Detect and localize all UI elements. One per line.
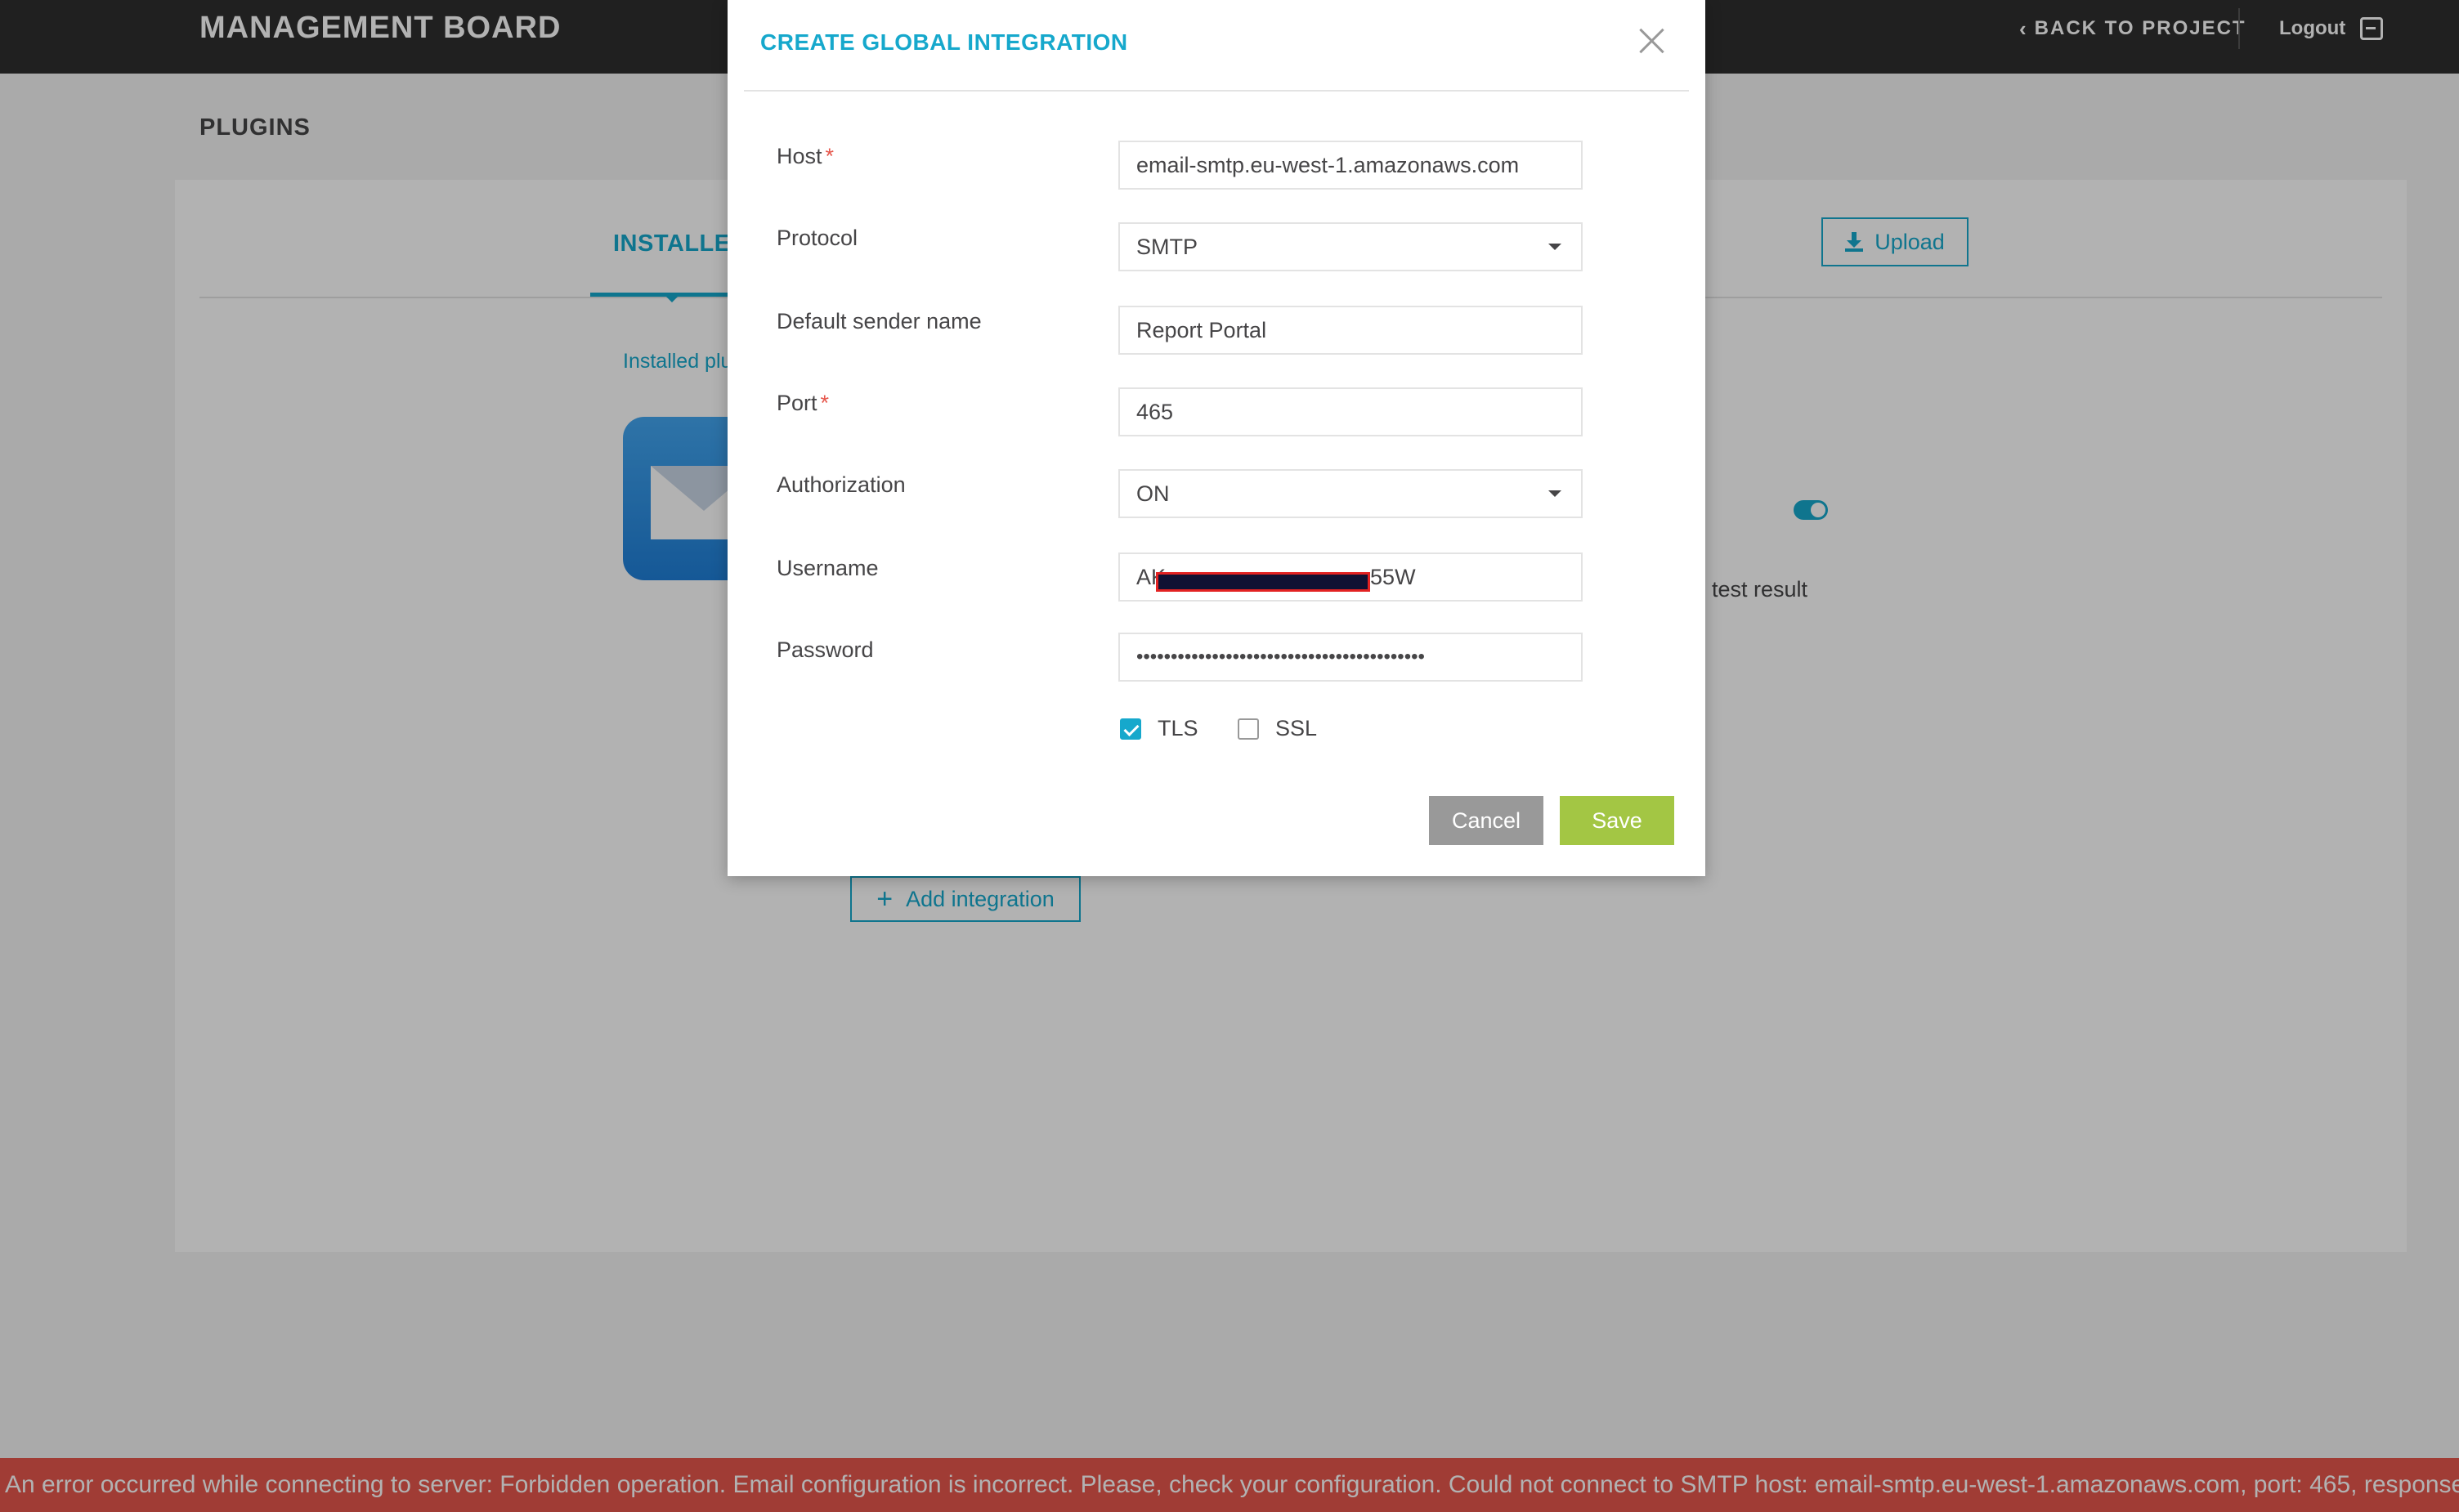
ssl-checkbox[interactable]: SSL (1238, 716, 1317, 741)
redaction-box (1156, 572, 1370, 592)
protocol-value: SMTP (1136, 234, 1198, 259)
close-icon[interactable] (1635, 25, 1668, 57)
checkbox-checked-icon (1120, 718, 1141, 740)
port-input[interactable]: 465 (1118, 387, 1583, 436)
protocol-label: Protocol (777, 226, 858, 250)
host-value: email-smtp.eu-west-1.amazonaws.com (1136, 152, 1520, 177)
host-label-text: Host (777, 144, 822, 168)
password-value: ••••••••••••••••••••••••••••••••••••••••… (1136, 646, 1425, 668)
protocol-select[interactable]: SMTP (1118, 222, 1583, 271)
tls-label: TLS (1158, 716, 1198, 740)
cancel-button[interactable]: Cancel (1429, 796, 1543, 845)
password-label: Password (777, 637, 874, 662)
create-global-integration-modal: CREATE GLOBAL INTEGRATION Host * email-sm… (728, 0, 1705, 876)
authorization-label: Authorization (777, 472, 906, 497)
caret-down-icon (1548, 244, 1561, 250)
username-input[interactable]: AK 55W (1118, 552, 1583, 602)
tls-checkbox[interactable]: TLS (1120, 716, 1198, 741)
ssl-label: SSL (1275, 716, 1318, 740)
authorization-value: ON (1136, 481, 1170, 506)
password-input[interactable]: ••••••••••••••••••••••••••••••••••••••••… (1118, 633, 1583, 682)
save-button[interactable]: Save (1560, 796, 1674, 845)
modal-header-divider (744, 90, 1689, 92)
required-mark: * (820, 391, 830, 415)
username-label: Username (777, 556, 879, 580)
port-label: Port * (777, 391, 829, 416)
host-label: Host * (777, 144, 834, 169)
port-label-text: Port (777, 391, 817, 415)
modal-title: CREATE GLOBAL INTEGRATION (760, 29, 1128, 55)
host-input[interactable]: email-smtp.eu-west-1.amazonaws.com (1118, 141, 1583, 190)
authorization-select[interactable]: ON (1118, 469, 1583, 518)
required-mark: * (825, 144, 835, 168)
port-value: 465 (1136, 399, 1174, 424)
sender-name-label: Default sender name (777, 309, 982, 333)
checkbox-unchecked-icon (1238, 718, 1259, 740)
username-value-end: 55W (1370, 564, 1416, 589)
sender-name-input[interactable]: Report Portal (1118, 306, 1583, 355)
sender-name-value: Report Portal (1136, 317, 1267, 342)
caret-down-icon (1548, 490, 1561, 497)
